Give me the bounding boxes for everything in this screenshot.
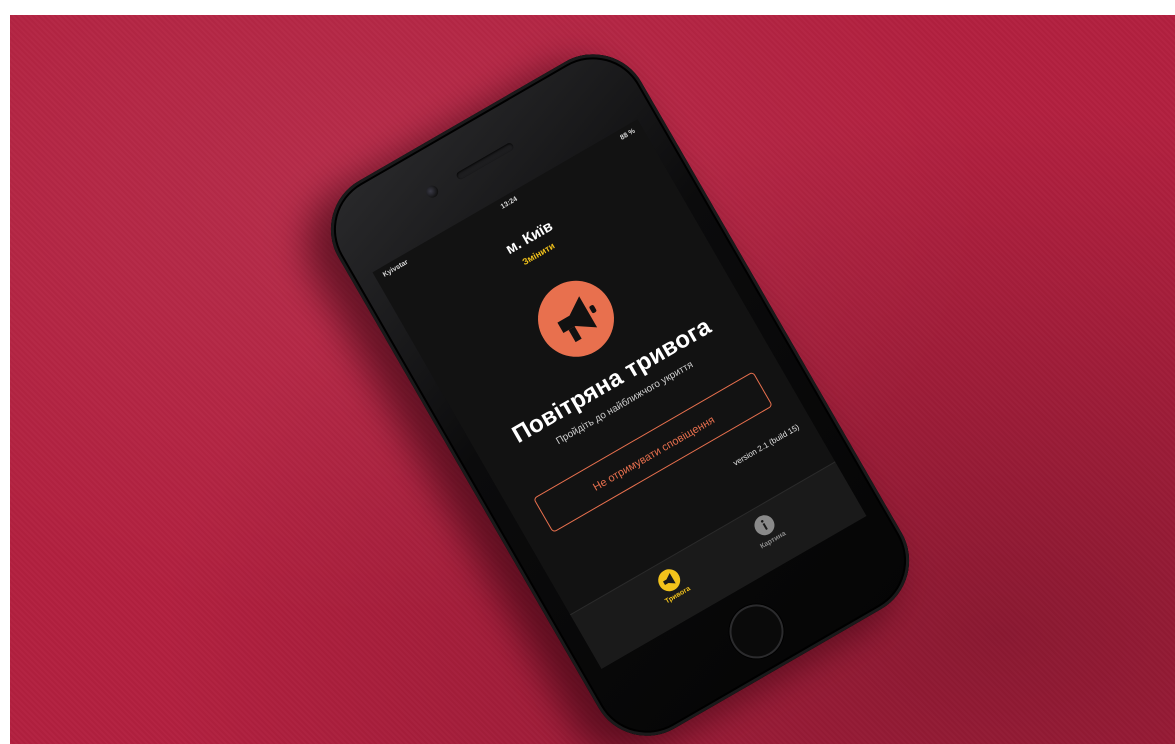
front-camera bbox=[423, 183, 441, 200]
battery-label: 88 % bbox=[619, 127, 637, 142]
photo-background: Kyivstar 13:24 88 % м. Київ Змінити Пові… bbox=[10, 15, 1175, 744]
earpiece-speaker bbox=[455, 141, 515, 181]
tab-info[interactable]: Картина bbox=[720, 493, 814, 566]
version-label: version 2.1 (build 15) bbox=[731, 422, 801, 468]
home-button[interactable] bbox=[719, 594, 794, 669]
phone-screen: Kyivstar 13:24 88 % м. Київ Змінити Пові… bbox=[372, 119, 867, 669]
tab-alert[interactable]: Тривога bbox=[625, 548, 719, 621]
megaphone-icon bbox=[538, 280, 614, 357]
alert-icon-circle bbox=[524, 267, 628, 371]
